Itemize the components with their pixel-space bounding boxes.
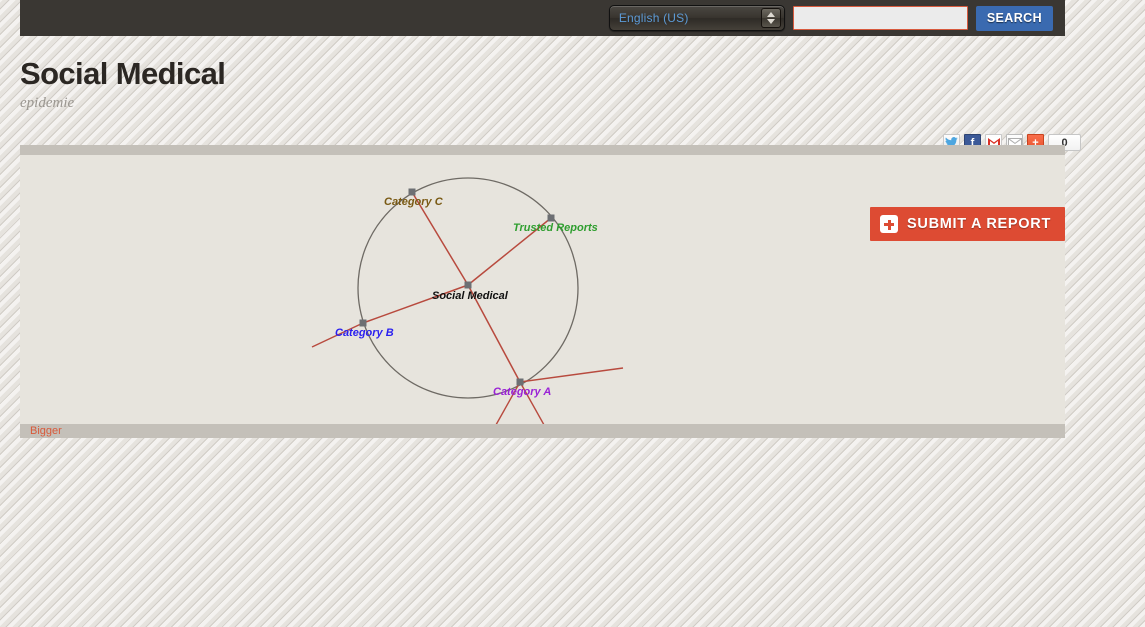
graph-panel: Social Medical Category C Trusted Reports C…: [20, 145, 1065, 438]
graph-node-label: Category A: [493, 386, 551, 398]
submit-report-label: SUBMIT A REPORT: [907, 216, 1051, 232]
top-bar: English (US) SEARCH: [20, 0, 1065, 36]
page-title: Social Medical: [20, 56, 226, 91]
graph-node[interactable]: [359, 319, 367, 327]
submit-report-button[interactable]: SUBMIT A REPORT: [870, 207, 1065, 241]
top-bar-controls: English (US) SEARCH: [608, 5, 1053, 31]
graph-node[interactable]: [408, 188, 416, 196]
language-select[interactable]: English (US): [608, 5, 785, 31]
graph-node[interactable]: [464, 281, 472, 289]
language-select-label: English (US): [618, 11, 689, 25]
graph-node[interactable]: [547, 214, 555, 222]
chevron-down-icon: [766, 19, 775, 24]
graph-node-label: Category C: [384, 196, 444, 208]
panel-body[interactable]: Social Medical Category C Trusted Reports C…: [20, 155, 1065, 424]
graph-node[interactable]: [516, 378, 524, 386]
panel-footer: Bigger: [20, 424, 1065, 438]
stepper-arrows-icon[interactable]: [760, 8, 781, 28]
search-input[interactable]: [792, 6, 968, 30]
plus-icon: [880, 215, 899, 233]
chevron-up-icon: [766, 12, 775, 17]
page-subtitle: epidemie: [20, 95, 75, 111]
bigger-link[interactable]: Bigger: [30, 424, 62, 438]
graph-node-label: Social Medical: [432, 290, 509, 302]
search-button[interactable]: SEARCH: [975, 5, 1053, 31]
graph-node-label: Trusted Reports: [513, 222, 598, 234]
relationship-graph[interactable]: Social Medical Category C Trusted Reports C…: [20, 155, 1065, 424]
panel-top-bar: [20, 145, 1065, 155]
graph-node-label: Category B: [335, 327, 394, 339]
